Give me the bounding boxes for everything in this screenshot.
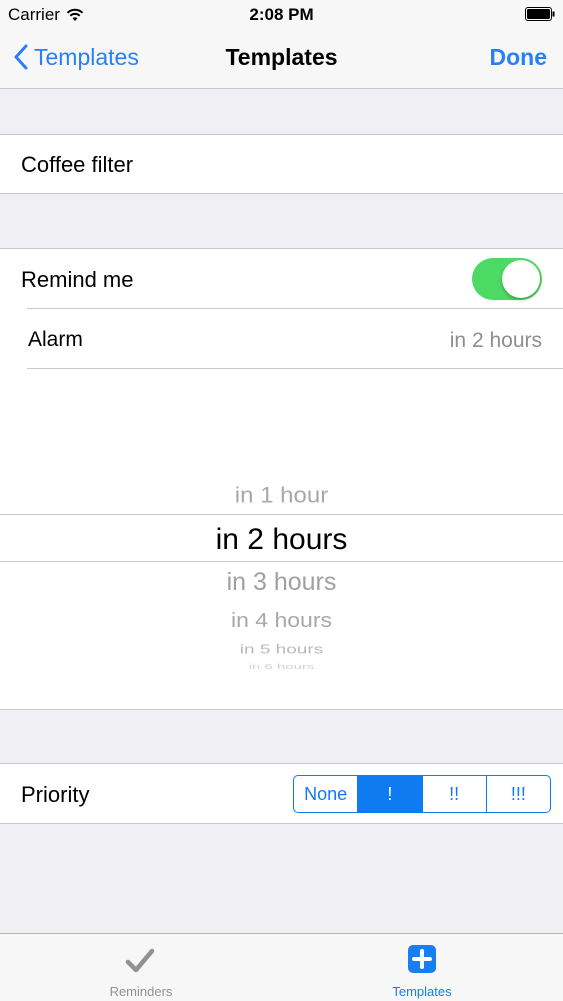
status-bar: Carrier 2:08 PM [0,0,563,30]
battery-icon [525,7,555,21]
divider [0,134,563,135]
divider [0,823,563,824]
priority-label: Priority [21,782,90,807]
toggle-knob [502,260,540,298]
status-time: 2:08 PM [249,5,314,24]
alarm-picker[interactable]: in 1 hour in 2 hours in 3 hours in 4 hou… [0,368,563,709]
remind-me-label: Remind me [21,267,134,292]
divider [27,368,563,369]
picker-option[interactable]: in 1 hour [0,483,563,509]
picker-selection-line-bottom [0,561,563,562]
picker-option[interactable]: in 6 hours [0,662,563,671]
tab-reminders-label: Reminders [109,984,173,999]
checkmark-icon [125,948,155,973]
tab-reminders[interactable]: Reminders [0,934,282,1001]
divider [0,709,563,710]
template-name: Coffee filter [21,152,134,177]
done-button[interactable]: Done [490,44,548,71]
remind-me-toggle[interactable] [472,258,542,300]
picker-option[interactable]: in 5 hours [0,642,563,657]
priority-none-segment[interactable]: None [294,776,357,812]
tab-templates[interactable]: Templates [281,934,563,1001]
tab-templates-label: Templates [392,984,452,999]
priority-segmented-control[interactable]: None ! !! !!! [293,775,551,813]
page-title: Templates [225,44,338,70]
alarm-label: Alarm [28,328,83,351]
plus-square-icon [408,945,436,973]
alarm-value: in 2 hours [449,329,542,352]
template-name-cell[interactable]: Coffee filter [0,135,563,193]
picker-option[interactable]: in 3 hours [0,568,563,597]
picker-option[interactable]: in 4 hours [0,609,563,633]
tab-bar: Reminders Templates [0,933,563,1001]
divider [0,193,563,194]
picker-selection-line-top [0,514,563,515]
priority-medium-segment[interactable]: !! [421,776,486,812]
navigation-bar: Carrier 2:08 PM Templates Templates Done [0,0,563,89]
picker-selected-option[interactable]: in 2 hours [0,523,563,557]
priority-high-segment[interactable]: !!! [485,776,550,812]
priority-low-segment[interactable]: ! [357,776,422,812]
alarm-cell[interactable]: Alarm in 2 hours [0,309,563,368]
